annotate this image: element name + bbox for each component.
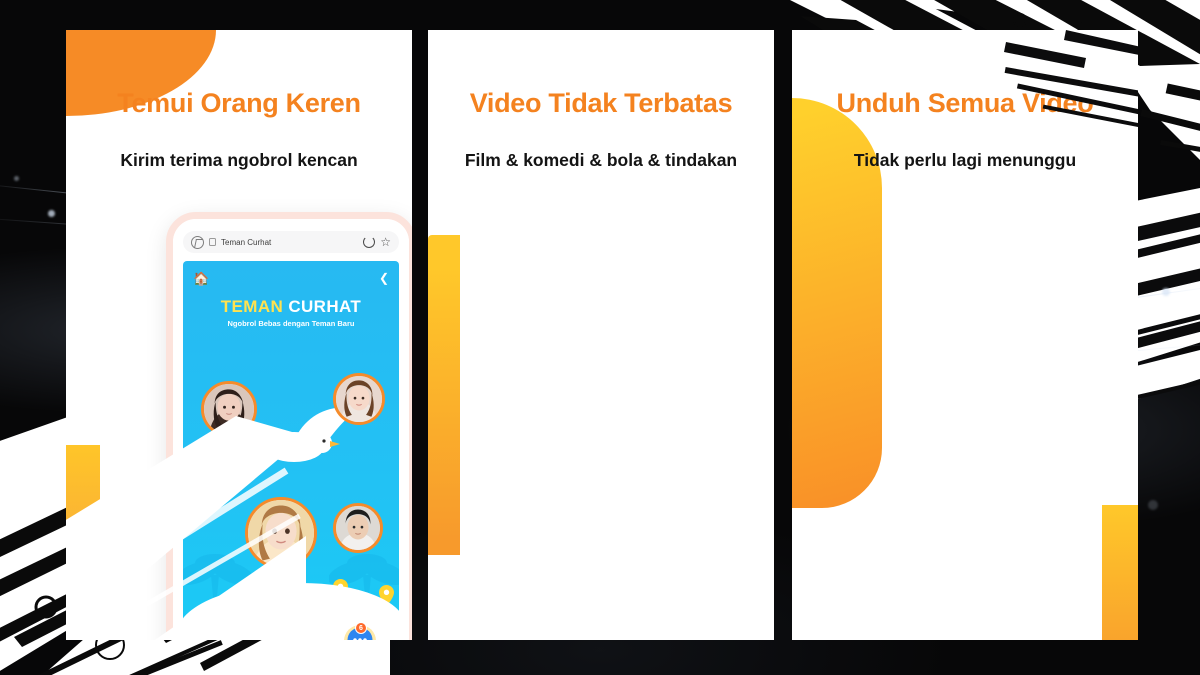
promo-card-1: Temui Orang Keren Kirim terima ngobrol k…: [66, 30, 412, 640]
avatar-photo: [248, 500, 314, 566]
avatar[interactable]: [333, 503, 383, 553]
phone-mockup-1: Teman Curhat ☆ 🏠 ❮ TEMAN CURHAT Ngobrol …: [166, 212, 412, 640]
light-dot: [1162, 288, 1170, 296]
lock-icon: [209, 238, 216, 246]
chat-bubble-icon: 6: [343, 622, 377, 640]
page-subtitle: Ngobrol Bebas dengan Teman Baru: [227, 319, 355, 328]
nav-item-obrolan[interactable]: 6 Obrolan: [329, 622, 391, 640]
url-text: Teman Curhat: [221, 237, 272, 247]
promo-card-3: Unduh Semua Video Tidak perlu lagi menun…: [792, 30, 1138, 640]
avatar[interactable]: [201, 381, 257, 437]
reload-icon[interactable]: [363, 236, 376, 248]
card-1-headline: Temui Orang Keren: [117, 88, 361, 118]
phone-1-screen: Teman Curhat ☆ 🏠 ❮ TEMAN CURHAT Ngobrol …: [173, 219, 409, 640]
card-3-subline: Tidak perlu lagi menunggu: [853, 150, 1077, 170]
light-dot: [48, 210, 55, 217]
avatar[interactable]: [245, 497, 317, 569]
avatar-photo: [336, 376, 382, 422]
card-2-headline: Video Tidak Terbatas: [469, 88, 733, 118]
home-icon[interactable]: 🏠: [193, 271, 209, 287]
yellow-accent-shape: [1102, 505, 1138, 640]
yellow-accent-shape: [66, 445, 100, 583]
message-icon: [269, 633, 303, 640]
location-pin-icon: [235, 465, 250, 486]
avatar-photo: [336, 506, 380, 550]
light-dot: [1148, 500, 1158, 510]
promo-card-2: Video Tidak Terbatas Film & komedi & bol…: [428, 30, 774, 640]
card-1-subline: Kirim terima ngobrol kencan: [120, 150, 358, 170]
share-icon[interactable]: ❮: [379, 271, 389, 285]
browser-url-bar[interactable]: Teman Curhat ☆: [183, 231, 399, 253]
light-dot: [14, 176, 19, 181]
star-icon[interactable]: ☆: [380, 236, 391, 248]
screenshot-stage: Temui Orang Keren Kirim terima ngobrol k…: [0, 0, 1200, 675]
page-title: TEMAN CURHAT: [183, 297, 399, 317]
notification-badge: 6: [355, 622, 367, 634]
yellow-accent-shape: [428, 235, 460, 555]
card-3-headline: Unduh Semua Video: [836, 88, 1094, 118]
teman-curhat-page: 🏠 ❮ TEMAN CURHAT Ngobrol Bebas dengan Te…: [183, 261, 399, 640]
page-title-part2: CURHAT: [288, 297, 362, 316]
page-title-part1: TEMAN: [220, 297, 289, 316]
avatar-photo: [204, 384, 254, 434]
nav-item-messages[interactable]: [255, 633, 317, 640]
avatar[interactable]: [333, 373, 385, 425]
shield-icon: [191, 235, 204, 249]
card-2-subline: Film & komedi & bola & tindakan: [464, 150, 738, 170]
